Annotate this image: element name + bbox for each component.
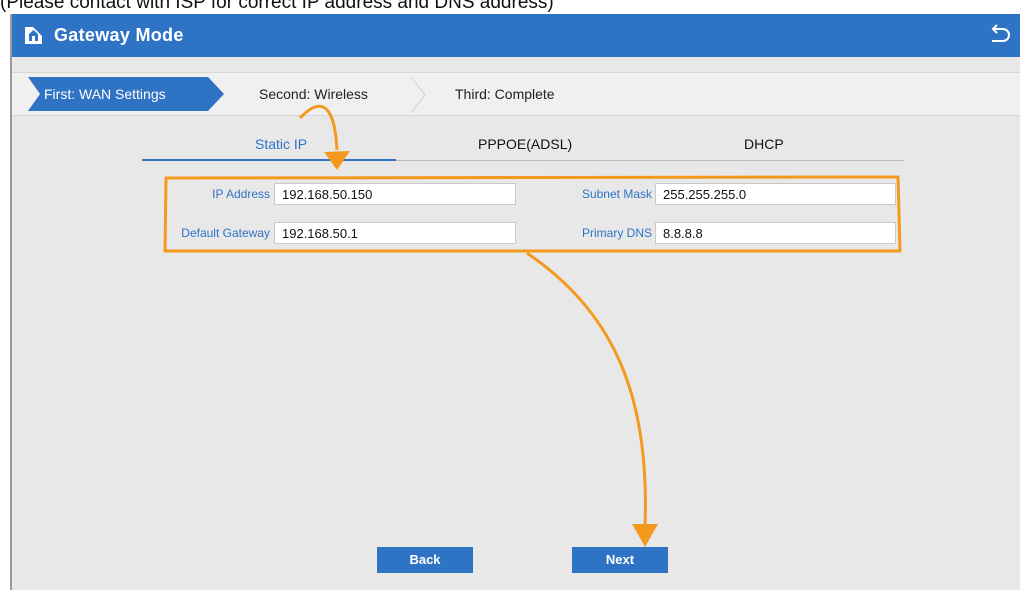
next-button[interactable]: Next [572, 547, 668, 573]
house-logo-icon [25, 27, 42, 44]
primary-dns-input[interactable] [655, 222, 896, 244]
ip-address-input[interactable] [274, 183, 516, 205]
step-separator-icon [410, 77, 426, 113]
step-complete[interactable]: Third: Complete [455, 86, 555, 102]
step-wan-settings-label: First: WAN Settings [44, 86, 166, 102]
tab-dhcp[interactable]: DHCP [744, 136, 784, 152]
default-gateway-input[interactable] [274, 222, 516, 244]
tab-active-indicator [142, 159, 396, 161]
instruction-caption: (Please contact with ISP for correct IP … [0, 0, 554, 13]
subnet-mask-input[interactable] [655, 183, 896, 205]
default-gateway-label: Default Gateway [181, 226, 270, 240]
router-app-window: Gateway Mode First: WAN Settings Second:… [10, 14, 1020, 590]
app-header: Gateway Mode [12, 14, 1020, 57]
ip-address-label: IP Address [212, 187, 270, 201]
tab-pppoe[interactable]: PPPOE(ADSL) [478, 136, 572, 152]
primary-dns-label: Primary DNS [581, 226, 652, 240]
return-arrow-icon[interactable] [987, 24, 1011, 46]
tab-static-ip[interactable]: Static IP [255, 136, 307, 152]
wizard-steps: First: WAN Settings Second: Wireless Thi… [12, 72, 1020, 116]
subnet-mask-label: Subnet Mask [581, 187, 652, 201]
step-wireless[interactable]: Second: Wireless [259, 86, 368, 102]
app-title: Gateway Mode [54, 25, 184, 45]
back-button[interactable]: Back [377, 547, 473, 573]
